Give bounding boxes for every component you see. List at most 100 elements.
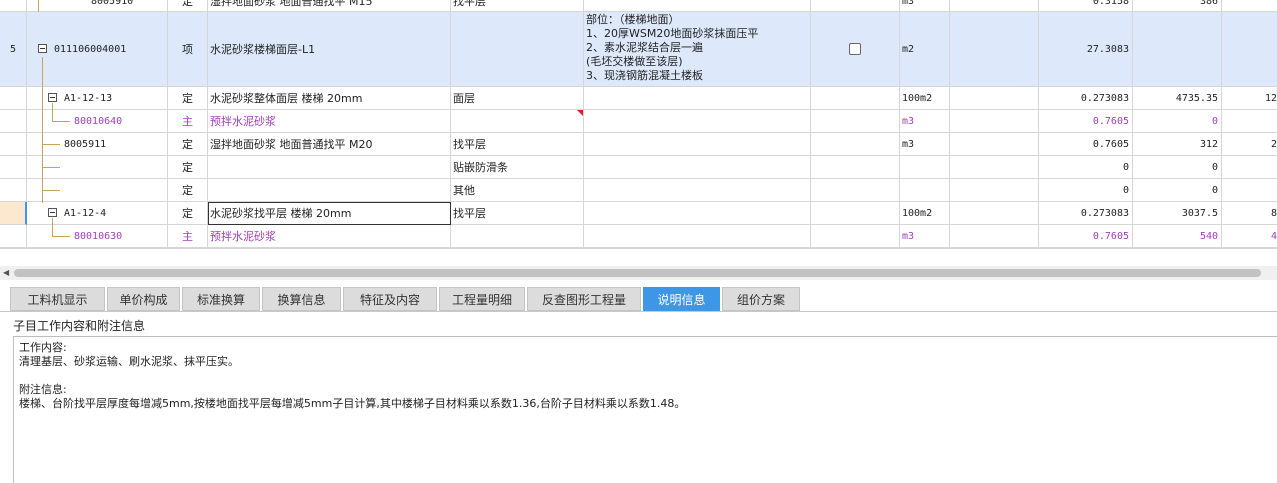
tab-quantity-detail[interactable]: 工程量明细: [439, 287, 525, 311]
tree-line: [42, 57, 43, 203]
name-cell[interactable]: [208, 156, 451, 179]
desc-cell[interactable]: [584, 87, 811, 110]
note-text: 楼梯、台阶找平层厚度每增减5mm,按楼地面找平层每增减5mm子目计算,其中楼梯子…: [19, 397, 686, 410]
tab-resource-display[interactable]: 工料机显示: [10, 287, 105, 311]
tree-line: [42, 167, 60, 168]
code-text: 80010640: [74, 115, 123, 127]
quantity-cell[interactable]: 27.3083: [1039, 12, 1133, 87]
checkbox[interactable]: [849, 43, 861, 55]
tab-divider: [0, 311, 1277, 312]
desc-cell[interactable]: [584, 133, 811, 156]
code-text: 8005911: [64, 138, 107, 150]
quantity-cell[interactable]: 0: [1039, 156, 1133, 179]
price-cell: 312: [1133, 133, 1222, 156]
feature-cell[interactable]: 面层: [451, 87, 584, 110]
check-cell: [811, 156, 900, 179]
description-panel[interactable]: 工作内容: 清理基层、砂浆运输、刷水泥浆、抹平压实。 附注信息: 楼梯、台阶找平…: [13, 336, 1277, 483]
table-row[interactable]: 定 其他 0 0: [0, 179, 1277, 202]
desc-line: 部位：（楼梯地面）: [586, 13, 680, 26]
row-index: [0, 202, 27, 225]
check-cell: [811, 202, 900, 225]
scroll-left-arrow-icon[interactable]: ◀: [3, 268, 9, 277]
tab-reverse-lookup[interactable]: 反查图形工程量: [527, 287, 641, 311]
table-row[interactable]: 8005910 定 湿拌地面砂浆 地面普通找平 M15 找平层 m3 0.315…: [0, 0, 1277, 12]
desc-line: 1、20厚WSM20地面砂浆抹面压平: [586, 27, 759, 40]
quantity-cell[interactable]: 0.7605: [1039, 110, 1133, 133]
name-cell[interactable]: 湿拌地面砂浆 地面普通找平 M20: [208, 133, 451, 156]
row-index: [0, 87, 27, 110]
horizontal-scrollbar[interactable]: ◀: [0, 266, 1277, 280]
desc-cell[interactable]: [584, 225, 811, 248]
total-cell: 12: [1222, 87, 1277, 110]
code-text: 80010630: [74, 230, 123, 242]
scrollbar-thumb[interactable]: [14, 269, 1261, 277]
quantity-cell[interactable]: 0.3158: [1039, 0, 1133, 12]
category-cell: 定: [168, 179, 208, 202]
desc-cell[interactable]: [584, 0, 811, 12]
collapse-icon[interactable]: [48, 93, 57, 102]
feature-cell[interactable]: 其他: [451, 179, 584, 202]
name-cell[interactable]: 湿拌地面砂浆 地面普通找平 M15: [208, 0, 451, 12]
name-cell[interactable]: 预拌水泥砂浆: [208, 225, 451, 248]
tab-standard-conversion[interactable]: 标准换算: [182, 287, 260, 311]
table-row-selected[interactable]: 5 011106004001 项 水泥砂浆楼梯面层-L1 部位：（楼梯地面） 1…: [0, 12, 1277, 87]
quantity-cell[interactable]: 0.7605: [1039, 133, 1133, 156]
check-cell: [811, 110, 900, 133]
name-cell[interactable]: [208, 179, 451, 202]
code-cell: A1-12-4: [27, 202, 168, 225]
feature-cell[interactable]: [451, 225, 584, 248]
table-row[interactable]: 80010640 主 预拌水泥砂浆 m3 0.7605 0: [0, 110, 1277, 133]
tree-line: [38, 0, 39, 12]
desc-cell[interactable]: [584, 156, 811, 179]
code-text: A1-12-13: [64, 92, 113, 104]
feature-cell[interactable]: [451, 110, 584, 133]
desc-cell[interactable]: [584, 110, 811, 133]
table-row[interactable]: 8005911 定 湿拌地面砂浆 地面普通找平 M20 找平层 m3 0.760…: [0, 133, 1277, 156]
category-cell: 定: [168, 0, 208, 12]
total-cell: [1222, 0, 1277, 12]
collapse-icon[interactable]: [48, 208, 57, 217]
note-label: 附注信息:: [19, 383, 67, 396]
tab-conversion-info[interactable]: 换算信息: [262, 287, 341, 311]
feature-cell[interactable]: [451, 12, 584, 87]
unit-cell: m3: [900, 110, 950, 133]
row-index: [0, 133, 27, 156]
feature-cell[interactable]: 找平层: [451, 202, 584, 225]
tab-description[interactable]: 说明信息: [643, 287, 720, 311]
feature-cell[interactable]: 贴嵌防滑条: [451, 156, 584, 179]
comment-marker-icon: [577, 110, 583, 116]
table-row-current[interactable]: A1-12-4 定 水泥砂浆找平层 楼梯 20mm 找平层 100m2 0.27…: [0, 202, 1277, 225]
feature-cell[interactable]: 找平层: [451, 133, 584, 156]
desc-line: 3、现浇钢筋混凝土楼板: [586, 69, 703, 82]
tab-pricing-scheme[interactable]: 组价方案: [722, 287, 800, 311]
blank-cell: [950, 202, 1039, 225]
name-cell[interactable]: 预拌水泥砂浆: [208, 110, 451, 133]
desc-cell[interactable]: 部位：（楼梯地面） 1、20厚WSM20地面砂浆抹面压平 2、素水泥浆结合层一遍…: [584, 12, 811, 87]
table-row[interactable]: A1-12-13 定 水泥砂浆整体面层 楼梯 20mm 面层 100m2 0.2…: [0, 87, 1277, 110]
total-cell: [1222, 179, 1277, 202]
feature-cell[interactable]: 找平层: [451, 0, 584, 12]
desc-cell[interactable]: [584, 179, 811, 202]
desc-cell[interactable]: [584, 202, 811, 225]
quantity-cell[interactable]: 0.273083: [1039, 87, 1133, 110]
tab-unit-price[interactable]: 单价构成: [107, 287, 180, 311]
code-text: 8005910: [91, 0, 134, 7]
name-cell[interactable]: 水泥砂浆楼梯面层-L1: [208, 12, 451, 87]
unit-cell: [900, 156, 950, 179]
quantity-cell[interactable]: 0.7605: [1039, 225, 1133, 248]
blank-cell: [950, 133, 1039, 156]
quantity-cell[interactable]: 0: [1039, 179, 1133, 202]
collapse-icon[interactable]: [38, 44, 47, 53]
table-row[interactable]: 定 贴嵌防滑条 0 0: [0, 156, 1277, 179]
work-content-label: 工作内容:: [19, 341, 67, 354]
quantity-cell[interactable]: 0.273083: [1039, 202, 1133, 225]
check-cell: [811, 0, 900, 12]
name-cell[interactable]: 水泥砂浆找平层 楼梯 20mm: [208, 202, 451, 225]
table-row[interactable]: 80010630 主 预拌水泥砂浆 m3 0.7605 540 4: [0, 225, 1277, 248]
total-cell: [1222, 156, 1277, 179]
row-index: [0, 110, 27, 133]
tab-features[interactable]: 特征及内容: [343, 287, 437, 311]
row-index: 5: [0, 12, 27, 87]
name-cell[interactable]: 水泥砂浆整体面层 楼梯 20mm: [208, 87, 451, 110]
total-cell: [1222, 110, 1277, 133]
